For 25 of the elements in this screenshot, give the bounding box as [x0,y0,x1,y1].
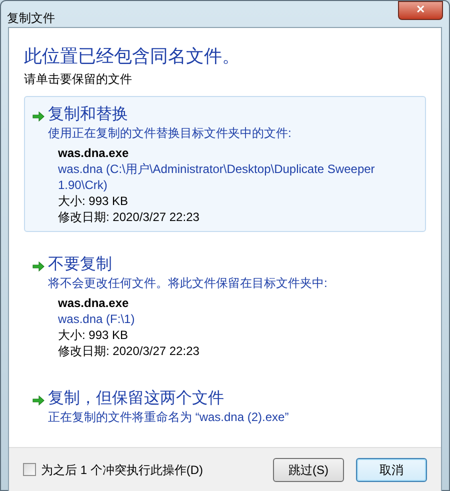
checkbox-label: 为之后 1 个冲突执行此操作(D) [41,462,203,478]
modified-date: 修改日期: 2020/3/27 22:23 [58,343,200,359]
option-card[interactable]: 复制和替换 使用正在复制的文件替换目标文件夹中的文件: was.dna.exe was.dna (C:\用户\Administrator\Desktop\Duplicate Sweeper 1.90\Crk) 大小: 993 KB 修改日期: 2020/3/27 22:23 [24,96,426,232]
option-title: 复制，但保留这两个文件 [48,389,225,409]
arrow-icon [32,395,45,406]
dialog-button[interactable]: 取消 [356,458,427,482]
file-location: was.dna (F:\1) [58,311,136,327]
file-size: 大小: 993 KB [58,193,130,209]
dialog-button[interactable]: 跳过(S) [273,458,344,482]
arrow-icon [32,261,45,272]
option-description: 将不会更改任何文件。将此文件保留在目标文件夹中: [48,275,328,292]
checkbox[interactable] [23,463,36,476]
window-title: 复制文件 [7,10,55,27]
option-title: 复制和替换 [48,105,129,125]
option-description: 使用正在复制的文件替换目标文件夹中的文件: [48,125,292,142]
arrow-icon [32,111,45,122]
instruction-text: 请单击要保留的文件 [24,71,133,88]
option-title: 不要复制 [48,255,113,275]
file-size: 大小: 993 KB [58,327,130,343]
file-name: was.dna.exe [58,145,130,161]
file-name: was.dna.exe [58,295,130,311]
option-description: 正在复制的文件将重命名为 “was.dna (2).exe” [48,409,289,426]
file-location: was.dna (C:\用户\Administrator\Desktop\Duplicate Sweeper 1.90\Crk) [58,161,376,193]
dialog-heading: 此位置已经包含同名文件。 [24,45,241,67]
modified-date: 修改日期: 2020/3/27 22:23 [58,209,200,225]
